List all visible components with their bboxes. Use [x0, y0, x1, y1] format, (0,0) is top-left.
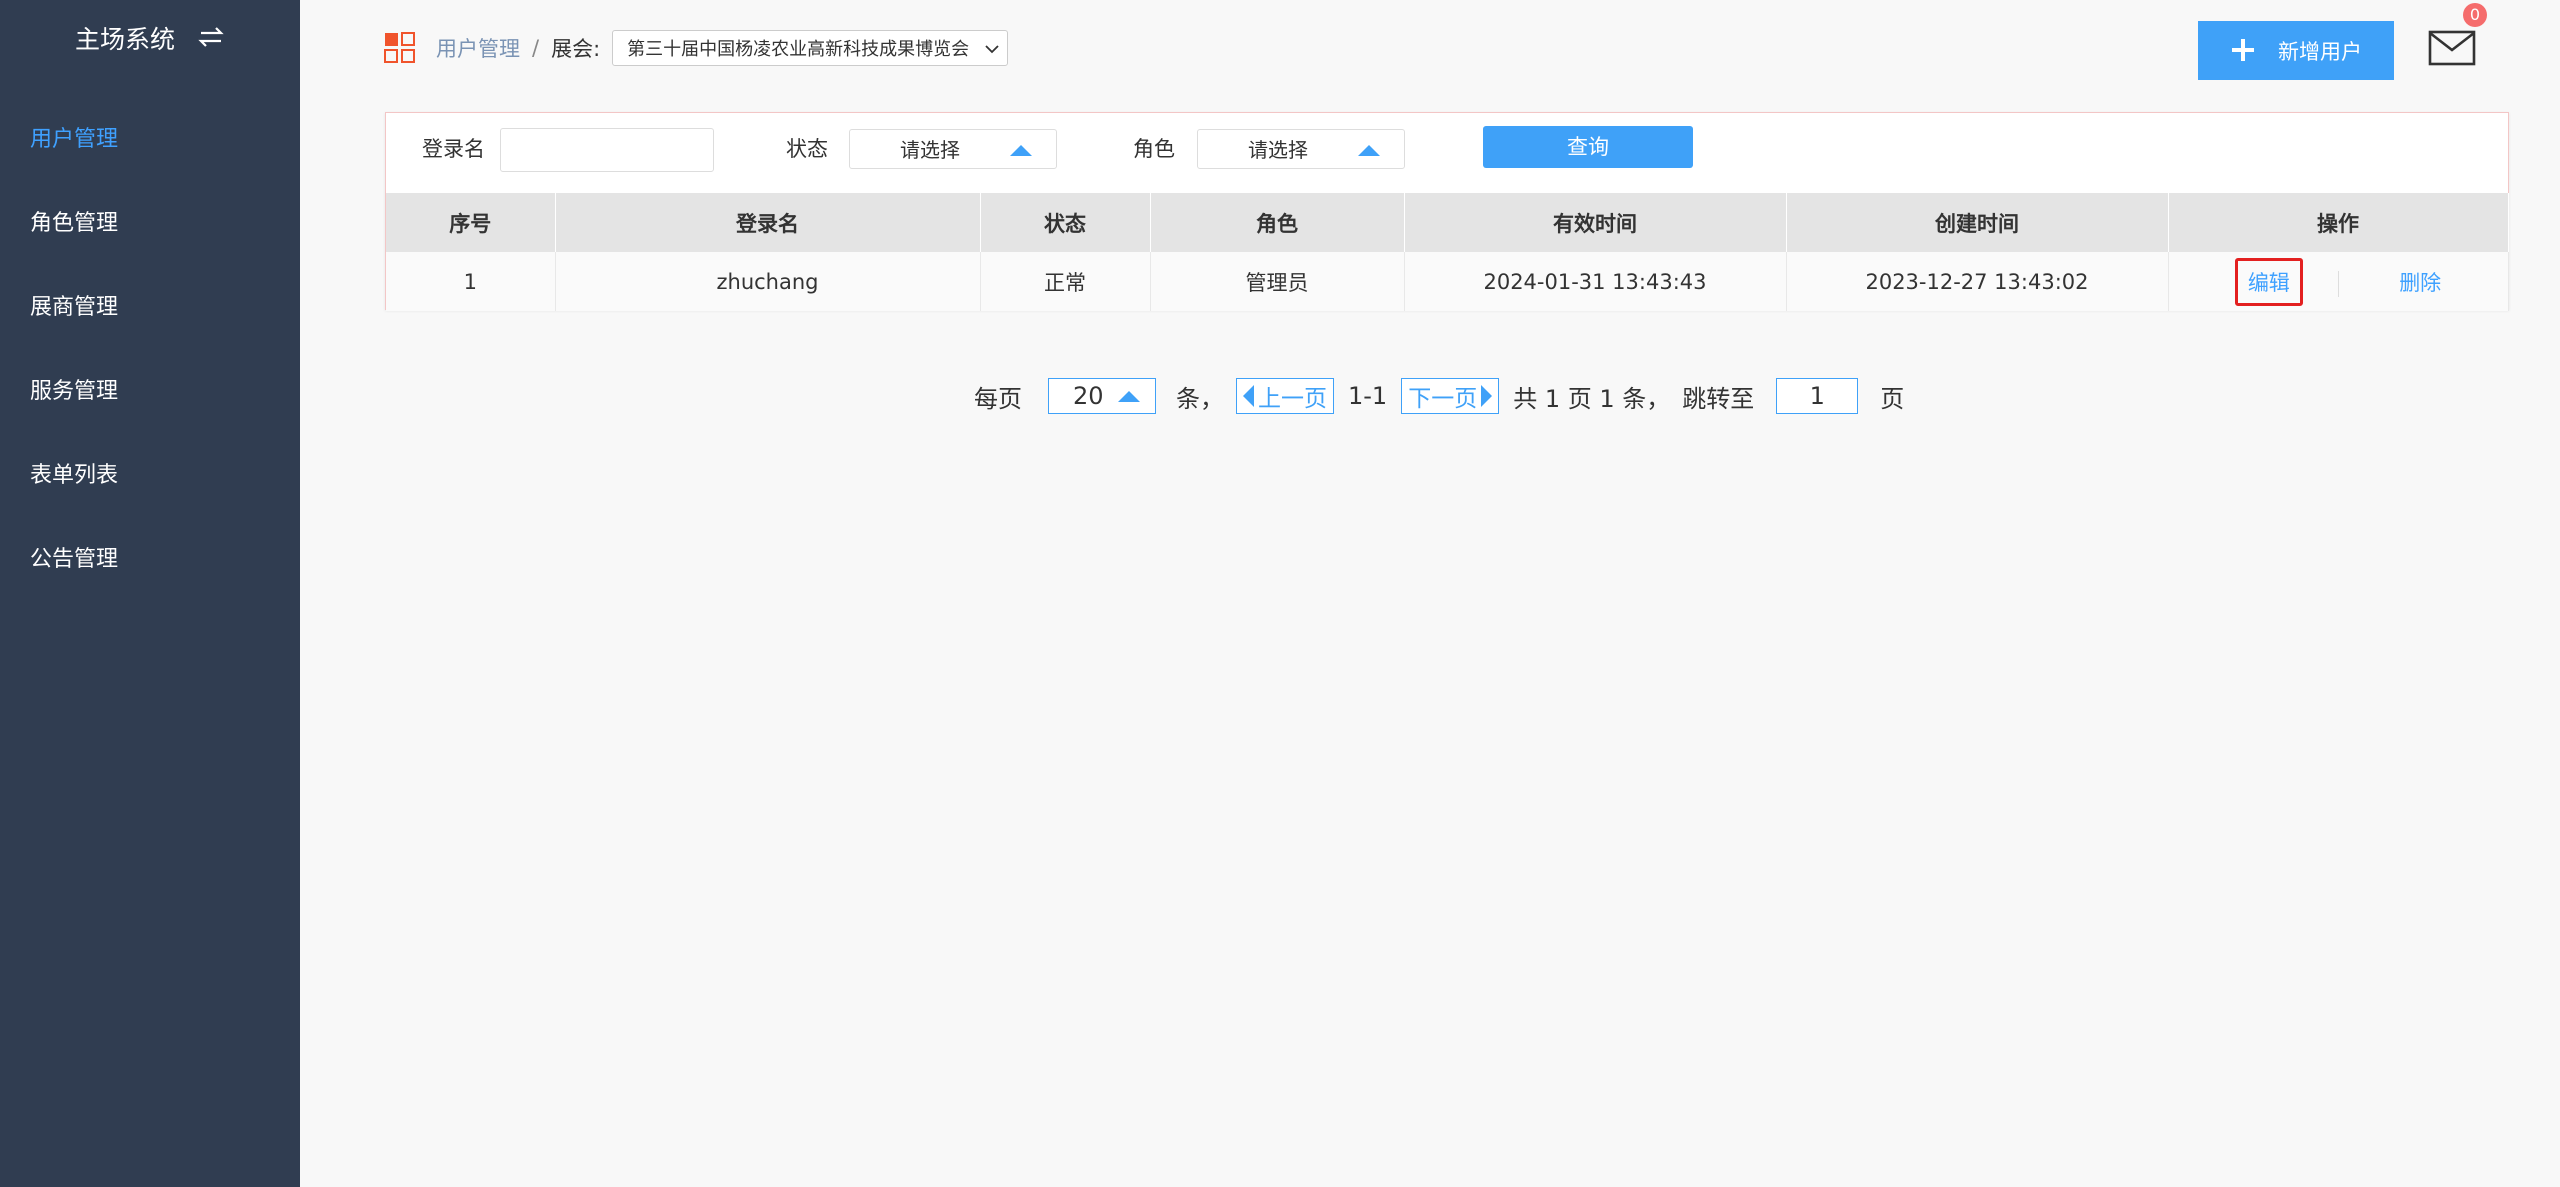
sidebar-item-role-management[interactable]: 角色管理 [0, 182, 300, 266]
grid-icon [384, 32, 416, 64]
page-size-value: 20 [1073, 382, 1104, 410]
page-unit: 页 [1880, 384, 1905, 413]
triangle-left-icon [1243, 385, 1254, 407]
jump-page-value: 1 [1809, 382, 1825, 410]
column-header-valid-time: 有效时间 [1404, 193, 1787, 252]
sidebar-item-exhibitor-management[interactable]: 展商管理 [0, 266, 300, 350]
page-size-select[interactable]: 20 [1048, 378, 1156, 414]
triangle-up-icon [1358, 145, 1380, 156]
column-header-created-time: 创建时间 [1786, 193, 2169, 252]
role-filter-select[interactable]: 请选择 [1197, 129, 1405, 169]
cell-actions: 编辑 删除 [2168, 252, 2509, 311]
cell-login: zhuchang [555, 252, 981, 311]
expo-select[interactable]: 第三十届中国杨凌农业高新科技成果博览会 [612, 30, 1009, 66]
cell-valid-time: 2024-01-31 13:43:43 [1404, 252, 1787, 311]
expo-label: 展会: [551, 37, 601, 61]
sidebar-item-user-management[interactable]: 用户管理 [0, 98, 300, 182]
role-filter-label: 角色 [1133, 137, 1175, 161]
user-table: 序号 登录名 状态 角色 有效时间 创建时间 操作 1 zhuchang 正常 … [386, 193, 2509, 311]
brand-title: 主场系统 [75, 25, 176, 54]
prev-page-button[interactable]: 上一页 [1236, 378, 1334, 414]
cell-role: 管理员 [1150, 252, 1405, 311]
mail-icon[interactable] [2428, 30, 2476, 66]
mail-badge: 0 [2463, 3, 2487, 27]
per-page-label: 每页 [974, 384, 1022, 413]
cell-created-time: 2023-12-27 13:43:02 [1786, 252, 2169, 311]
table-row: 1 zhuchang 正常 管理员 2024-01-31 13:43:43 20… [386, 252, 2509, 311]
query-button[interactable]: 查询 [1483, 126, 1693, 168]
brand[interactable]: 主场系统 [0, 20, 300, 61]
triangle-up-icon [1117, 390, 1140, 402]
table-header-row: 序号 登录名 状态 角色 有效时间 创建时间 操作 [386, 193, 2509, 252]
add-user-button[interactable]: 新增用户 [2198, 21, 2394, 80]
login-filter-label: 登录名 [422, 137, 485, 161]
next-page-label: 下一页 [1408, 386, 1478, 412]
per-page-unit: 条， [1176, 384, 1224, 413]
action-divider [2337, 270, 2339, 297]
column-header-status: 状态 [980, 193, 1151, 252]
prev-page-label: 上一页 [1258, 386, 1327, 412]
pagination: 每页 20 条， 上一页 1-1 下一页 共 1 页 1 条， 跳转至 1 页 [974, 376, 1904, 416]
add-user-label: 新增用户 [2278, 40, 2362, 64]
column-header-role: 角色 [1150, 193, 1405, 252]
page-range: 1-1 [1348, 382, 1388, 410]
expo-select-value: 第三十届中国杨凌农业高新科技成果博览会 [627, 39, 970, 60]
breadcrumb-user-management[interactable]: 用户管理 [436, 33, 520, 63]
jump-page-input[interactable]: 1 [1776, 378, 1859, 414]
filter-bar: 登录名 状态 请选择 角色 请选择 查询 [386, 113, 2508, 193]
jump-label: 跳转至 [1682, 384, 1755, 413]
column-header-actions: 操作 [2168, 193, 2509, 252]
cell-status: 正常 [980, 252, 1151, 311]
sidebar-item-form-list[interactable]: 表单列表 [0, 434, 300, 518]
sidebar-item-announcement-management[interactable]: 公告管理 [0, 518, 300, 602]
sidebar: 主场系统 用户管理 角色管理 展商管理 服务管理 表单列表 公告管理 [0, 0, 300, 1187]
sidebar-item-service-management[interactable]: 服务管理 [0, 350, 300, 434]
triangle-up-icon [1010, 145, 1032, 156]
page-summary: 共 1 页 1 条， [1513, 384, 1671, 413]
role-filter-value: 请选择 [1248, 138, 1308, 162]
breadcrumb-separator: / [532, 36, 540, 60]
column-header-index: 序号 [386, 193, 556, 252]
status-filter-select[interactable]: 请选择 [849, 129, 1057, 169]
login-filter-input[interactable] [500, 128, 714, 172]
chevron-down-icon [985, 38, 999, 59]
delete-button[interactable]: 删除 [2399, 271, 2441, 295]
user-list-card: 登录名 状态 请选择 角色 请选择 查询 序号 登录名 状态 角色 有效时间 创… [385, 112, 2509, 311]
column-header-login: 登录名 [555, 193, 981, 252]
breadcrumb: 用户管理 / 展会: 第三十届中国杨凌农业高新科技成果博览会 [384, 28, 1009, 68]
status-filter-value: 请选择 [900, 138, 960, 162]
plus-icon [2230, 33, 2256, 69]
triangle-right-icon [1481, 385, 1493, 407]
switch-icon[interactable] [197, 21, 225, 61]
status-filter-label: 状态 [786, 137, 828, 161]
edit-button[interactable]: 编辑 [2234, 257, 2303, 306]
next-page-button[interactable]: 下一页 [1401, 378, 1500, 414]
cell-index: 1 [386, 252, 556, 311]
sidebar-menu: 用户管理 角色管理 展商管理 服务管理 表单列表 公告管理 [0, 98, 300, 602]
